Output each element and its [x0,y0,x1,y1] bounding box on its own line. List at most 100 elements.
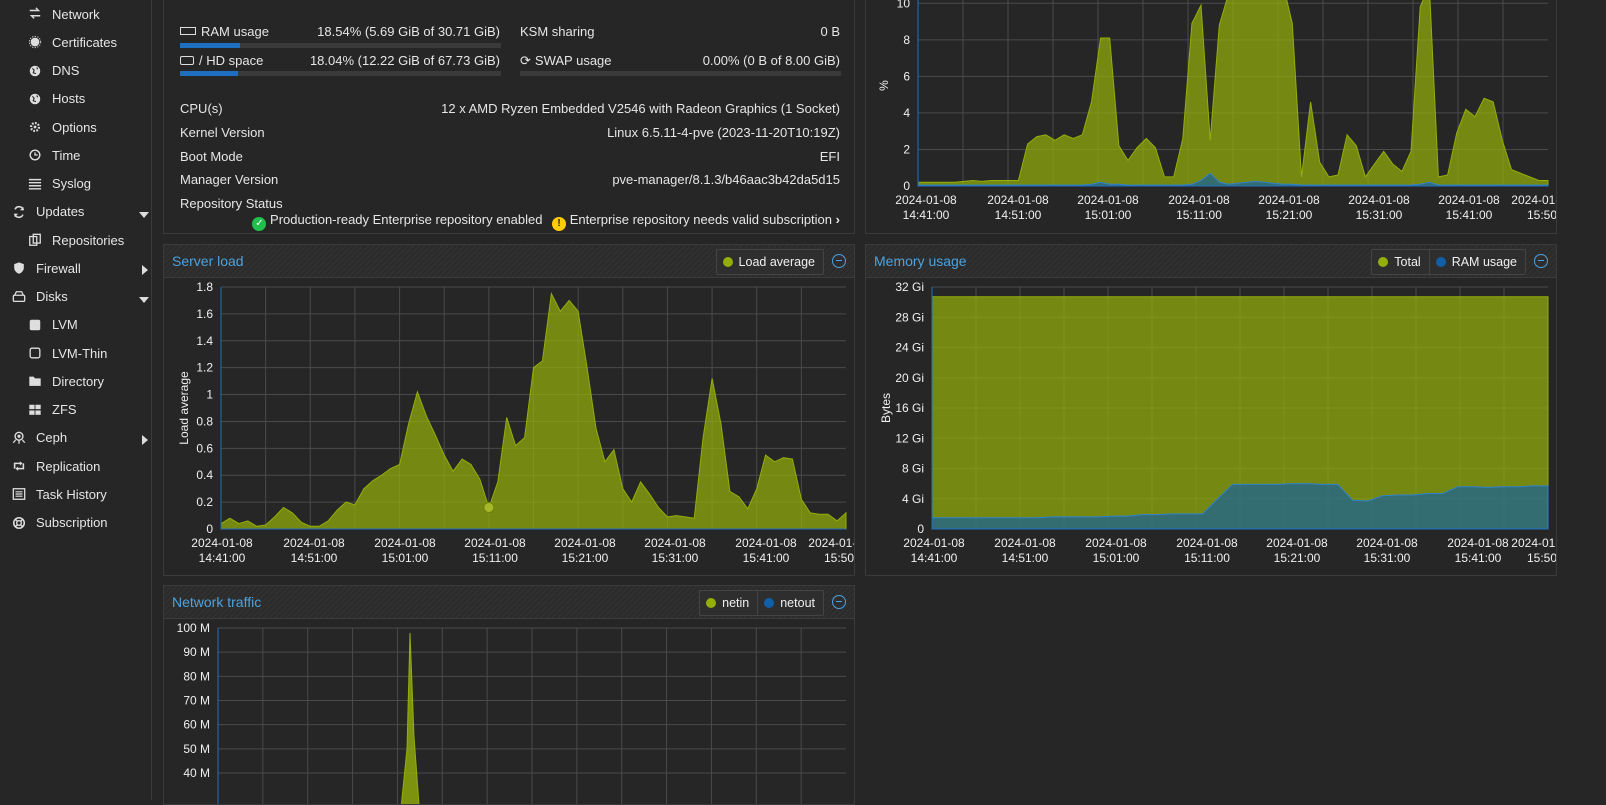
memory-usage-chart: 0 4 Gi 8 Gi 12 Gi 16 Gi 20 Gi 24 Gi 28 Gi 32 Gi 2… [879,280,1556,565]
y-tick-label: 1.2 [196,361,213,375]
sidebar-item-lvm[interactable]: LVM [0,311,177,339]
sidebar-item-label: Disks [36,289,68,304]
sidebar-item-task-history[interactable]: Task History [0,480,161,508]
sidebar-item-label: Options [52,119,97,135]
sidebar-item-zfs[interactable]: ZFS [0,396,177,424]
sidebar-item-label: DNS [52,63,80,78]
x-tick-label: 2024-01-08 14:51:00 [987,193,1049,222]
x-tick-label: 2024-01-08 14:41:00 [903,536,965,565]
x-tick-label: 2024-01-0815:50 [1511,193,1556,222]
ram-usage-label: RAM usage [180,24,269,39]
sidebar-item-label: Task History [36,486,107,502]
collapse-button[interactable] [832,595,846,609]
x-tick-label: 2024-01-08 14:51:00 [283,536,345,565]
y-tick-label: 50 M [183,742,210,756]
legend-label: netout [780,596,815,610]
caret-right-icon[interactable] [141,263,149,278]
legend-swatch [722,257,733,267]
swap-usage-bar [520,71,841,76]
sidebar-item-directory[interactable]: Directory [0,367,177,395]
repo-status-link[interactable]: ✓ Production-ready Enterprise repository… [252,212,840,231]
ceph-icon [10,429,28,447]
memory-usage-panel: Memory usage Total RAM usage 0 4 Gi 8 Gi 12… [865,244,1557,576]
legend-load-average[interactable]: Load average [717,250,823,274]
refresh-icon [10,203,28,221]
y-tick-label: 1.8 [196,280,213,294]
y-axis-title: Bytes [879,393,893,423]
y-tick-label: 0 [917,522,924,536]
sidebar-item-dns[interactable]: DNS [0,57,177,85]
sidebar-item-label: Certificates [52,34,118,50]
repo-ok-text: Production-ready Enterprise repository e… [270,212,543,227]
sidebar-item-time[interactable]: Time [0,141,177,169]
legend-label: netin [722,596,750,610]
legend-netin[interactable]: netin [700,591,757,615]
sidebar-item-ceph[interactable]: Ceph [0,424,161,452]
sidebar-item-repositories[interactable]: Repositories [0,226,177,254]
grid-icon [26,401,44,419]
x-tick-label: 2024-01-08 15:31:00 [1356,536,1418,565]
collapse-button[interactable] [832,254,846,268]
cpu-value: 12 x AMD Ryzen Embedded V2546 with Radeo… [441,101,840,116]
ksm-sharing-label: KSM sharing [520,24,595,39]
sidebar-item-label: Firewall [36,260,81,276]
y-tick-label: 8 [903,33,910,47]
repo-status-label: Repository Status [180,196,283,211]
legend-ram-usage[interactable]: RAM usage [1428,250,1525,274]
caret-down-icon[interactable] [139,292,149,307]
clock-icon [26,146,44,164]
sidebar-item-label: Time [52,147,81,163]
sidebar-item-disks[interactable]: Disks [0,283,161,311]
sidebar-item-hosts[interactable]: Hosts [0,85,177,113]
server-load-chart: 0 0.2 0.4 0.6 0.8 1 1.2 1.4 1.6 1.8 2024-01-08 14:4… [177,280,854,565]
hd-space-value: 18.04% (12.22 GiB of 67.73 GiB) [309,53,500,68]
y-tick-label: 70 M [183,694,210,708]
globe-icon [26,62,44,80]
y-tick-label: 6 [903,69,910,83]
sidebar-item-updates[interactable]: Updates [0,198,161,226]
x-tick-label: 2024-01-08 15:11:00 [1176,536,1238,565]
x-tick-label: 2024-01-08 15:01:00 [1085,536,1147,565]
x-tick-label: 2024-01-08 15:21:00 [1258,193,1320,222]
y-tick-label: 2 [903,142,910,156]
server-load-legend: Load average [715,249,824,275]
sidebar-item-network[interactable]: Network [0,0,177,28]
swap-usage-value: 0.00% (0 B of 8.00 GiB) [702,53,840,68]
hd-space-label: / HD space [180,53,263,68]
x-tick-label: 2024-01-08 15:11:00 [464,536,526,565]
legend-label: Total [1394,255,1421,269]
kernel-value: Linux 6.5.11-4-pve (2023-11-20T10:19Z) [607,125,840,140]
cpu-usage-panel: 0 2 4 6 8 10 2024-01-08 14:41:00 2024-01-08 14:51… [865,0,1557,234]
sidebar-item-firewall[interactable]: Firewall [0,254,161,282]
sidebar-item-subscription[interactable]: Subscription [0,509,161,537]
shield-icon [10,259,28,277]
legend-netout[interactable]: netout [757,591,823,615]
y-tick-label: 28 Gi [895,310,924,324]
caret-down-icon[interactable] [139,207,149,222]
caret-right-icon[interactable] [141,433,149,448]
check-circle-icon: ✓ [252,217,267,231]
y-tick-label: 1 [206,388,213,402]
sidebar-item-label: Repositories [52,232,125,248]
y-tick-label: 100 M [177,621,210,635]
sidebar-item-syslog[interactable]: Syslog [0,170,177,198]
server-load-panel: Server load Load average 0 0.2 0.4 0.6 0.8 1 1… [163,244,855,576]
sidebar-item-replication[interactable]: Replication [0,452,161,480]
sidebar-item-certificates[interactable]: Certificates [0,28,177,56]
legend-total[interactable]: Total [1372,250,1428,274]
sidebar-item-options[interactable]: Options [0,113,177,141]
hdd-icon [10,288,28,306]
sidebar-item-lvm-thin[interactable]: LVM-Thin [0,339,177,367]
x-tick-label: 2024-01-08 15:21:00 [1266,536,1328,565]
hd-space-bar [180,71,501,76]
collapse-button[interactable] [1534,254,1548,268]
support-icon [10,514,28,532]
x-tick-label: 2024-01-08 15:21:00 [554,536,616,565]
x-tick-label: 2024-01-08 15:31:00 [644,536,706,565]
x-tick-label: 2024-01-08 15:11:00 [1168,193,1230,222]
network-traffic-header: Network traffic netin netout [164,586,854,619]
y-tick-label: 60 M [183,718,210,732]
y-tick-label: 16 Gi [895,401,924,415]
x-tick-label: 2024-01-08 15:01:00 [1077,193,1139,222]
legend-label: Load average [738,255,815,269]
